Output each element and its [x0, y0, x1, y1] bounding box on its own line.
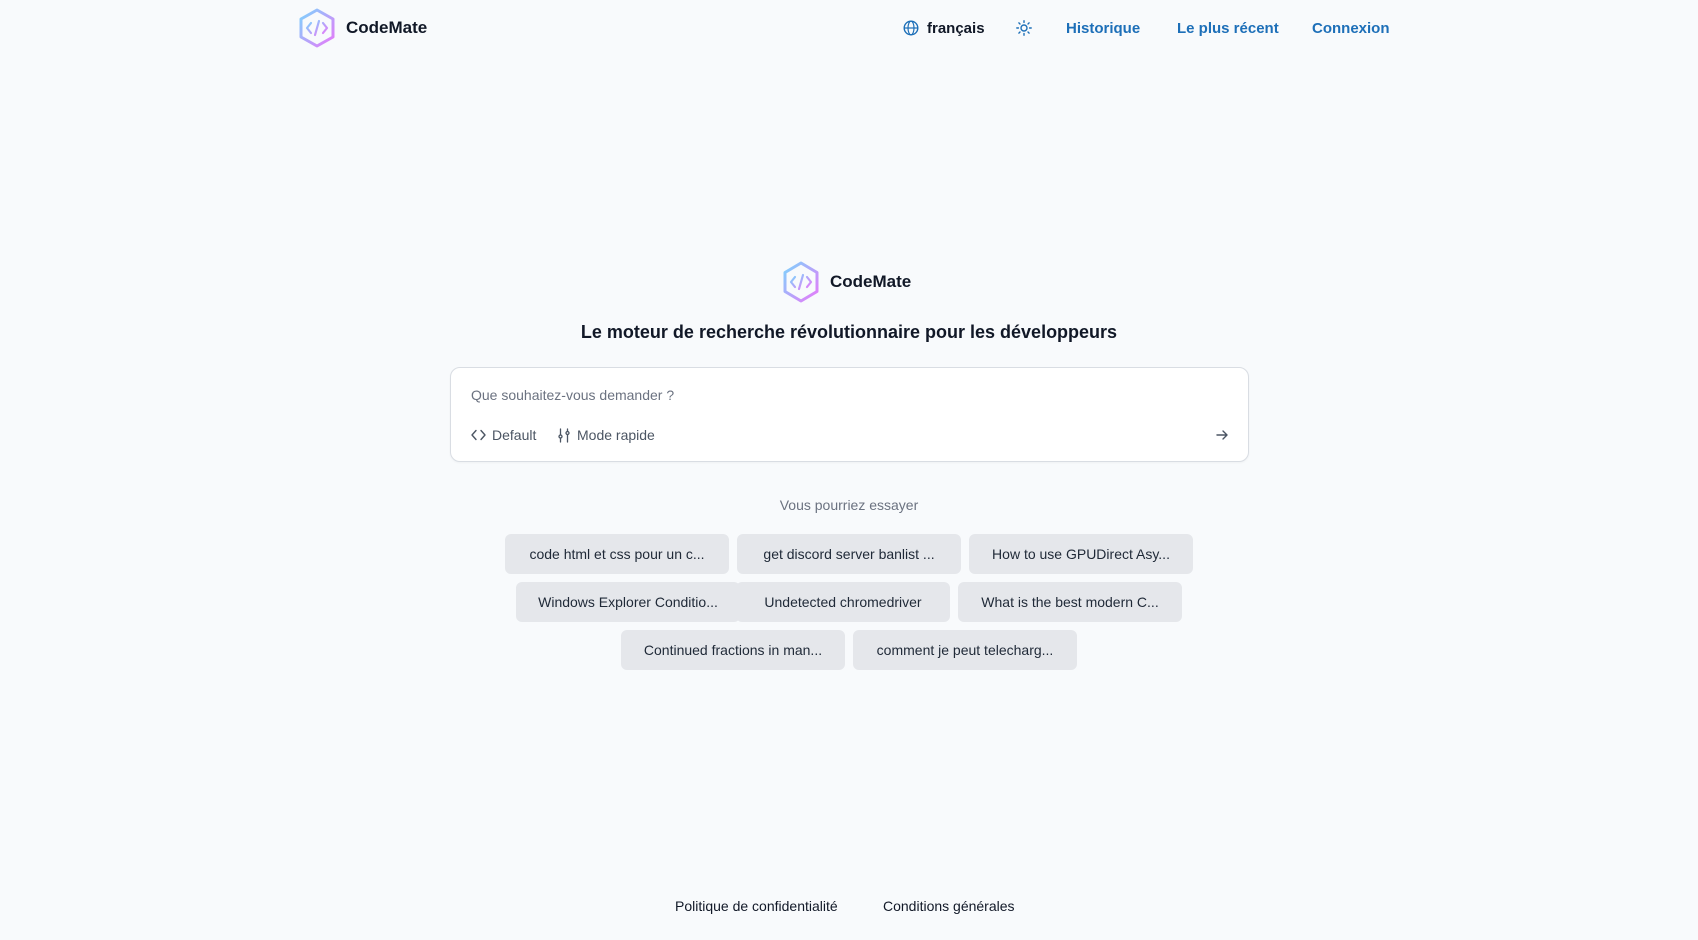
codemate-logo-icon [299, 8, 335, 48]
theme-toggle-button[interactable] [1014, 16, 1034, 40]
submit-button[interactable] [1210, 424, 1234, 446]
nav-link-latest[interactable]: Le plus récent [1177, 16, 1279, 40]
search-box: Default Mode rapide [450, 367, 1249, 462]
footer-link-privacy[interactable]: Politique de confidentialité [675, 898, 838, 914]
suggestion-chip[interactable]: code html et css pour un c... [505, 534, 729, 574]
sun-icon [1016, 20, 1032, 36]
search-input[interactable] [471, 383, 1211, 407]
suggestion-chip[interactable]: comment je peut telecharg... [853, 630, 1077, 670]
mode-fast-button[interactable]: Mode rapide [557, 424, 655, 446]
hero-brand: CodeMate [782, 261, 911, 303]
hero-brand-name: CodeMate [830, 272, 912, 291]
nav-link-history[interactable]: Historique [1066, 16, 1140, 40]
mode-fast-label: Mode rapide [577, 427, 655, 443]
sliders-icon [558, 427, 570, 443]
suggestions-label: Vous pourriez essayer [779, 497, 919, 513]
suggestion-chip[interactable]: Undetected chromedriver [736, 582, 950, 622]
suggestion-chip[interactable]: Windows Explorer Conditio... [516, 582, 740, 622]
footer-link-terms[interactable]: Conditions générales [883, 898, 1015, 914]
arrow-right-icon [1216, 430, 1228, 440]
language-label: français [927, 19, 985, 37]
suggestion-chip[interactable]: get discord server banlist ... [737, 534, 961, 574]
mode-default-label: Default [492, 427, 537, 443]
code-icon [471, 429, 486, 441]
globe-icon [903, 20, 919, 36]
suggestion-chip[interactable]: What is the best modern C... [958, 582, 1182, 622]
header: CodeMate français Historique Le plus réc… [0, 0, 1698, 56]
suggestion-chip[interactable]: Continued fractions in man... [621, 630, 845, 670]
language-selector[interactable]: français [903, 16, 985, 40]
mode-default-button[interactable]: Default [471, 424, 536, 446]
brand-name: CodeMate [346, 18, 428, 37]
codemate-logo-icon [783, 261, 819, 303]
nav-link-login[interactable]: Connexion [1312, 16, 1390, 40]
brand-logo-link[interactable]: CodeMate [298, 8, 427, 48]
suggestion-chip[interactable]: How to use GPUDirect Asy... [969, 534, 1193, 574]
tagline: Le moteur de recherche révolutionnaire p… [580, 322, 1118, 342]
